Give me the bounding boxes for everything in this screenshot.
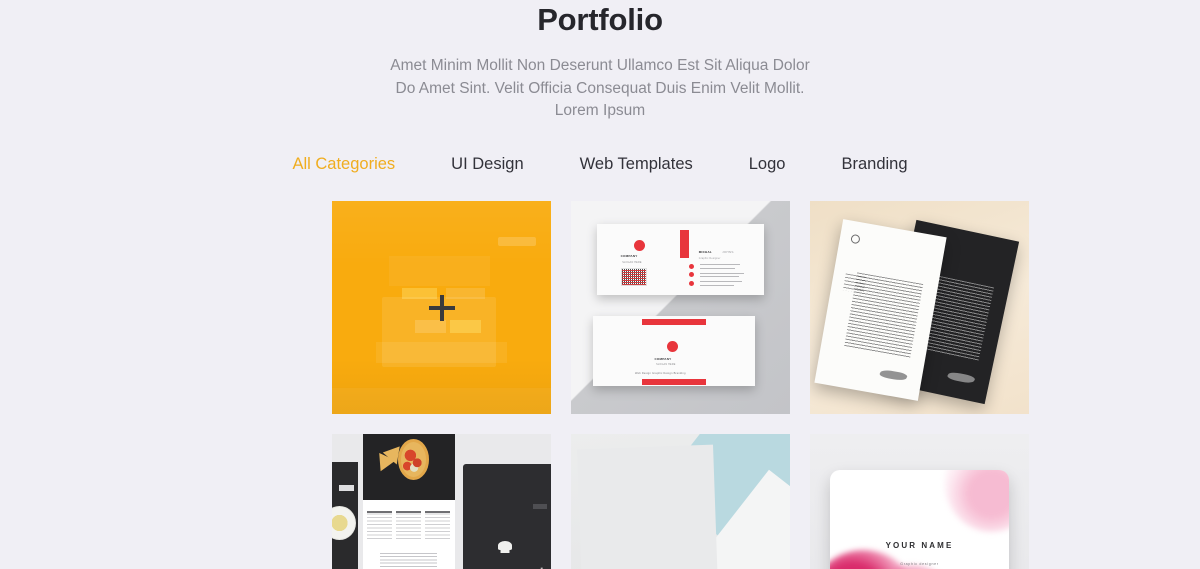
decor-shape: [415, 320, 446, 334]
category-filter-bar: All Categories UI Design Web Templates L…: [0, 153, 1200, 175]
template-columns: [367, 510, 451, 541]
letterhead-body-text: [843, 271, 924, 359]
portfolio-item-ui-design-hover[interactable]: [332, 201, 551, 414]
template-column: [396, 510, 422, 541]
portfolio-item-pink-card[interactable]: YOUR NAME Graphic designer: [810, 434, 1029, 569]
decor-shape: [533, 504, 547, 510]
card-detail-line: [700, 264, 741, 266]
qr-code-icon: [620, 267, 648, 286]
card-company-slogan: SLOGAN HERE: [656, 363, 676, 367]
filter-ui-design[interactable]: UI Design: [423, 153, 551, 175]
card-detail-line: [700, 281, 743, 283]
decor-shape: [388, 256, 490, 287]
card-detail-line: [700, 276, 739, 278]
card-detail-line: [700, 284, 734, 286]
letterhead-signature: [877, 368, 909, 382]
business-card-front: COMPANY SLOGAN HERE MICHAL JOHNS Graphic…: [597, 224, 764, 295]
page-header: Portfolio Amet Minim Mollit Non Deserunt…: [0, 0, 1200, 123]
template-hero-image: [362, 434, 455, 501]
template-column: [425, 510, 451, 541]
card-detail-line: [700, 267, 736, 269]
portfolio-item-business-card[interactable]: COMPANY SLOGAN HERE MICHAL JOHNS Graphic…: [571, 201, 790, 414]
company-logo-icon: [633, 239, 645, 251]
mail-icon: [688, 272, 694, 278]
page-subtitle: Amet Minim Mollit Non Deserunt Ullamco E…: [0, 55, 1200, 123]
template-tablet-mockup: [463, 463, 551, 569]
location-icon: [688, 280, 694, 286]
pink-business-card: YOUR NAME Graphic designer: [829, 470, 1010, 569]
card-company-slogan: SLOGAN HERE: [622, 260, 642, 264]
decor-shape: [332, 388, 551, 414]
filter-logo[interactable]: Logo: [721, 153, 814, 175]
page-title: Portfolio: [537, 2, 663, 37]
decor-shape: [338, 485, 354, 492]
page-subtitle-line-1: Amet Minim Mollit Non Deserunt Ullamco E…: [390, 57, 810, 74]
filter-web-templates[interactable]: Web Templates: [552, 153, 721, 175]
portfolio-grid: COMPANY SLOGAN HERE MICHAL JOHNS Graphic…: [332, 201, 1029, 569]
filter-branding[interactable]: Branding: [813, 153, 935, 175]
plus-icon[interactable]: [428, 294, 455, 321]
company-logo-icon: [849, 233, 860, 245]
decor-shape: [641, 379, 707, 385]
company-logo-icon: [667, 341, 679, 353]
chef-hat-icon: [498, 540, 513, 550]
decor-shape: [641, 318, 707, 326]
letterhead-signature: [945, 371, 977, 385]
business-card-back: COMPANY SLOGAN HERE Web Design Graphic D…: [592, 316, 755, 387]
card-person-role: Graphic Designer: [698, 257, 721, 261]
card-company-name: COMPANY: [654, 356, 672, 361]
decor-shape: [498, 237, 536, 246]
portfolio-item-letterhead[interactable]: [810, 201, 1029, 414]
card-person-lastname: JOHNS: [722, 250, 734, 255]
decor-shape: [450, 320, 481, 334]
phone-icon: [688, 263, 694, 269]
portfolio-page: Portfolio Amet Minim Mollit Non Deserunt…: [0, 0, 1200, 569]
ink-wash: [944, 470, 1010, 532]
card-name-text: YOUR NAME: [885, 540, 954, 550]
decor-shape: [375, 341, 508, 363]
paper-sheet: [576, 444, 719, 569]
decor-shape: [680, 230, 689, 259]
card-person-name: MICHAL: [698, 250, 713, 255]
template-column: [367, 510, 393, 541]
portfolio-item-food-template[interactable]: Title Here Italian Food: [332, 434, 551, 569]
template-paragraph: [380, 553, 438, 569]
page-subtitle-line-3: Lorem Ipsum: [554, 102, 646, 119]
page-subtitle-line-2: Do Amet Sint. Velit Officia Consequat Du…: [395, 79, 805, 97]
filter-all-categories[interactable]: All Categories: [264, 153, 423, 175]
portfolio-item-light-stationery[interactable]: [571, 434, 790, 569]
card-back-tags: Web Design Graphic Design Branding: [635, 372, 686, 376]
card-company-name: COMPANY: [620, 253, 638, 258]
card-role-text: Graphic designer: [900, 562, 939, 567]
card-detail-line: [700, 272, 744, 274]
